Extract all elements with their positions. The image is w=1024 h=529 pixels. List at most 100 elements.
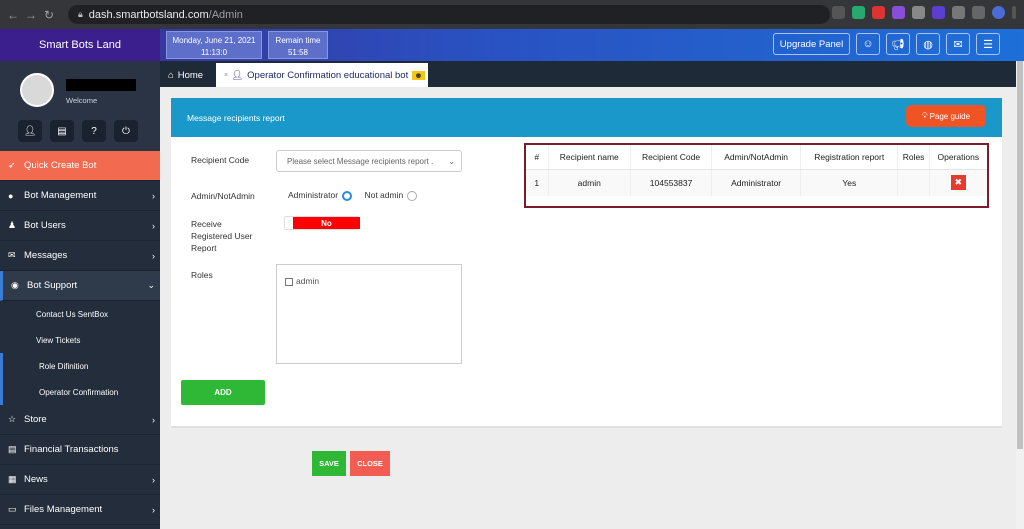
admin-radio-group: Administrator Not admin [288, 189, 418, 201]
date-box: Monday, June 21, 2021 11:13:0 [166, 31, 262, 59]
sidebar-subitem-role[interactable]: Role Difinition [0, 353, 160, 379]
counter-extension-icon[interactable] [932, 6, 945, 19]
globe-icon[interactable]: ◍ [916, 33, 940, 55]
avatar [20, 73, 54, 107]
sidebar-item-label: Store [24, 414, 47, 425]
receive-label-line2: Registered User [191, 231, 253, 241]
cell-recipient-code: 104553837 [630, 169, 713, 196]
th-admin: Admin/NotAdmin [711, 145, 802, 170]
scrollbar-thumb[interactable] [1017, 61, 1023, 449]
sidebar-item-financial[interactable]: ▤ Financial Transactions [0, 435, 160, 465]
save-button[interactable]: SAVE [312, 451, 346, 476]
star-icon[interactable] [832, 6, 845, 19]
url-host: dash.smartbotsland.com [88, 8, 209, 21]
panel-title: Message recipients report [187, 112, 285, 123]
roles-label: Roles [191, 270, 213, 280]
receive-report-toggle[interactable]: No [284, 216, 360, 230]
chat-icon[interactable]: ✉ [946, 33, 970, 55]
chevron-right-icon: › [152, 504, 155, 515]
chevron-right-icon: › [152, 414, 155, 425]
sidebar-item-store[interactable]: ☆ Store › [0, 405, 160, 435]
receipt-icon: ▤ [8, 444, 17, 454]
redacted-username [66, 79, 136, 91]
sidebar-item-messages[interactable]: ✉ Messages › [0, 241, 160, 271]
address-bar[interactable]: 🔒︎ dash.smartbotsland.com/Admin [68, 5, 830, 24]
power-icon[interactable]: ⏻ [114, 120, 138, 142]
remain-box: Remain time 51:58 [268, 31, 328, 59]
chevron-right-icon: › [152, 190, 155, 201]
close-button[interactable]: CLOSE [350, 451, 390, 476]
sidebar-item-label: Quick Create Bot [24, 160, 97, 171]
radio-admin-label: Administrator [288, 190, 339, 200]
radio-notadmin[interactable] [407, 190, 418, 201]
sidebar-item-label: News [24, 474, 48, 485]
reload-icon[interactable]: ↻ [40, 8, 58, 22]
folder-icon: ▭ [8, 504, 17, 514]
menu-dots-icon[interactable] [1012, 6, 1016, 19]
sidebar-item-files[interactable]: ▭ Files Management › [0, 495, 160, 525]
back-icon[interactable]: ← [4, 8, 22, 22]
puzzle-icon[interactable] [952, 6, 965, 19]
profile-icon[interactable] [992, 6, 1005, 19]
tab-active-label: Operator Confirmation educational bot [247, 69, 409, 81]
sidebar-item-news[interactable]: ▦ News › [0, 465, 160, 495]
role-option[interactable]: admin [285, 275, 319, 287]
sidebar-subitem-tickets[interactable]: View Tickets [0, 327, 160, 353]
sidebar-item-bot-users[interactable]: ♟ Bot Users › [0, 211, 160, 241]
profile-area: Welcome 👤︎ ▤ ? ⏻ [0, 61, 160, 151]
page-guide-button[interactable]: 💡︎ Page guide [906, 105, 986, 127]
list-icon[interactable] [972, 6, 985, 19]
delete-icon[interactable]: ✖ [950, 175, 966, 191]
th-operations: Operations [929, 145, 987, 170]
table-header-row: # Recipient name Recipient Code Admin/No… [526, 145, 987, 170]
sidebar-subitem-operator[interactable]: Operator Confirmation [0, 379, 160, 405]
signpost-icon[interactable]: ☰ [976, 33, 1000, 55]
forward-icon[interactable]: → [22, 8, 40, 22]
checkbox[interactable] [285, 277, 293, 286]
sidebar-item-bot-support[interactable]: ◉ Bot Support ⌄ [0, 271, 160, 301]
close-icon[interactable]: × [224, 72, 228, 79]
users-icon: ♟ [8, 220, 17, 230]
radio-admin[interactable] [342, 190, 353, 201]
megaphone-icon[interactable]: 📢︎ [886, 33, 910, 55]
main-content: Message recipients report 💡︎ Page guide R… [160, 87, 1024, 529]
form-panel: Message recipients report 💡︎ Page guide R… [171, 98, 1002, 428]
toggle-value: No [285, 217, 360, 229]
tab-home[interactable]: ⌂ Home [160, 64, 212, 87]
add-button[interactable]: ADD [181, 380, 265, 405]
camera-extension-icon[interactable] [912, 6, 925, 19]
red-extension-icon[interactable] [872, 6, 885, 19]
time-text: 11:13:0 [200, 48, 228, 57]
sidebar-subitem-contact[interactable]: Contact Us SentBox [0, 301, 160, 327]
cell-recipient-name: admin [548, 169, 631, 196]
upgrade-panel-button[interactable]: Upgrade Panel [773, 33, 850, 55]
welcome-text: Welcome [66, 96, 98, 105]
sidebar: Welcome 👤︎ ▤ ? ⏻ ➶ Quick Create Bot ● Bot … [0, 61, 160, 529]
scrollbar[interactable] [1016, 61, 1024, 529]
cell-roles [897, 169, 930, 196]
help-icon[interactable]: ? [82, 120, 106, 142]
chevron-right-icon: › [152, 474, 155, 485]
sidebar-item-bot-management[interactable]: ● Bot Management › [0, 181, 160, 211]
cell-registration: Yes [800, 169, 899, 196]
user-icon: 👤︎ [231, 69, 244, 81]
receive-label-line3: Report [191, 243, 217, 253]
sidebar-item-label: Bot Support [27, 280, 78, 291]
support-agent-icon[interactable]: ☺ [856, 33, 880, 55]
sidebar-item-label: Financial Transactions [24, 444, 119, 455]
newspaper-icon: ▦ [8, 474, 17, 484]
tab-home-label: Home [177, 70, 204, 81]
color-extension-icon[interactable] [892, 6, 905, 19]
star-icon: ☆ [8, 414, 17, 424]
user-icon[interactable]: 👤︎ [18, 120, 42, 142]
document-icon[interactable]: ▤ [50, 120, 74, 142]
sidebar-item-quick-create[interactable]: ➶ Quick Create Bot [0, 151, 160, 181]
chevron-down-icon: ⌄ [147, 280, 155, 290]
recipient-code-placeholder: Please select Message recipients report … [287, 156, 434, 166]
tab-operator-confirmation[interactable]: × 👤︎ Operator Confirmation educational bot… [216, 63, 428, 87]
profile-buttons: 👤︎ ▤ ? ⏻ [18, 120, 138, 142]
recipient-code-select[interactable]: Please select Message recipients report … [276, 150, 462, 172]
shield-extension-icon[interactable] [852, 6, 865, 19]
date-text: Monday, June 21, 2021 [172, 36, 256, 45]
rocket-icon: ➶ [8, 160, 16, 170]
